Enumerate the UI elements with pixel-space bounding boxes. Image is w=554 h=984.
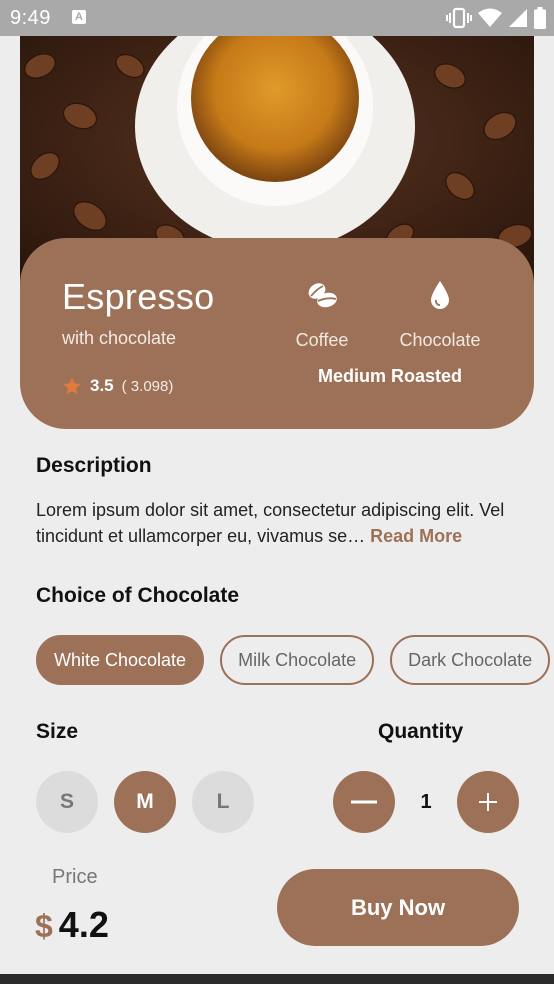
quantity-stepper: 1: [333, 771, 519, 833]
price-amount: 4.2: [58, 904, 109, 945]
minus-icon: [351, 800, 377, 804]
vibrate-icon: [446, 7, 472, 29]
product-info-card: Espresso with chocolate 3.5 ( 3.098) Cof…: [20, 238, 534, 429]
currency-symbol: $: [35, 908, 53, 944]
product-rating: 3.5 ( 3.098): [62, 376, 173, 396]
price-value: $ 4.2: [35, 904, 109, 946]
drop-icon: [431, 281, 449, 309]
signal-icon: [509, 9, 527, 27]
feature-chocolate: Chocolate: [390, 278, 490, 351]
rating-count: ( 3.098): [121, 377, 174, 395]
quantity-value: 1: [420, 790, 432, 813]
feature-coffee: Coffee: [272, 278, 372, 351]
wifi-icon: [478, 8, 502, 27]
roast-label: Medium Roasted: [317, 366, 463, 386]
star-icon: [63, 377, 81, 395]
chip-milk-chocolate[interactable]: Milk Chocolate: [220, 635, 375, 685]
size-options: S M L: [36, 771, 254, 833]
quantity-heading: Quantity: [378, 720, 464, 743]
buy-now-button[interactable]: Buy Now: [277, 869, 519, 946]
navigation-bar: [0, 974, 554, 984]
size-small-button[interactable]: S: [36, 771, 98, 833]
plus-icon: [479, 793, 497, 811]
description-text: Lorem ipsum dolor sit amet, consectetur …: [36, 497, 526, 549]
chocolate-heading: Choice of Chocolate: [36, 584, 240, 607]
rating-value: 3.5: [90, 376, 114, 395]
increase-quantity-button[interactable]: [457, 771, 519, 833]
feature-label: Coffee: [295, 330, 349, 350]
coffee-beans-icon: [308, 283, 337, 308]
size-heading: Size: [36, 720, 79, 743]
decrease-quantity-button[interactable]: [333, 771, 395, 833]
status-time: 9:49: [10, 7, 51, 29]
size-large-button[interactable]: L: [192, 771, 254, 833]
status-icons: [446, 7, 546, 29]
feature-label: Chocolate: [399, 330, 481, 350]
price-label: Price: [52, 866, 98, 888]
description-heading: Description: [36, 454, 152, 477]
read-more-link[interactable]: Read More: [370, 526, 462, 546]
chip-dark-chocolate[interactable]: Dark Chocolate: [390, 635, 551, 685]
product-subtitle: with chocolate: [62, 328, 177, 348]
chocolate-options: White Chocolate Milk Chocolate Dark Choc…: [36, 635, 551, 685]
battery-icon: [534, 7, 546, 29]
size-medium-button[interactable]: M: [114, 771, 176, 833]
status-bar: 9:49 A: [0, 0, 554, 36]
app-notification-icon: A: [72, 10, 86, 24]
product-title: Espresso: [62, 276, 215, 317]
chip-white-chocolate[interactable]: White Chocolate: [36, 635, 205, 685]
